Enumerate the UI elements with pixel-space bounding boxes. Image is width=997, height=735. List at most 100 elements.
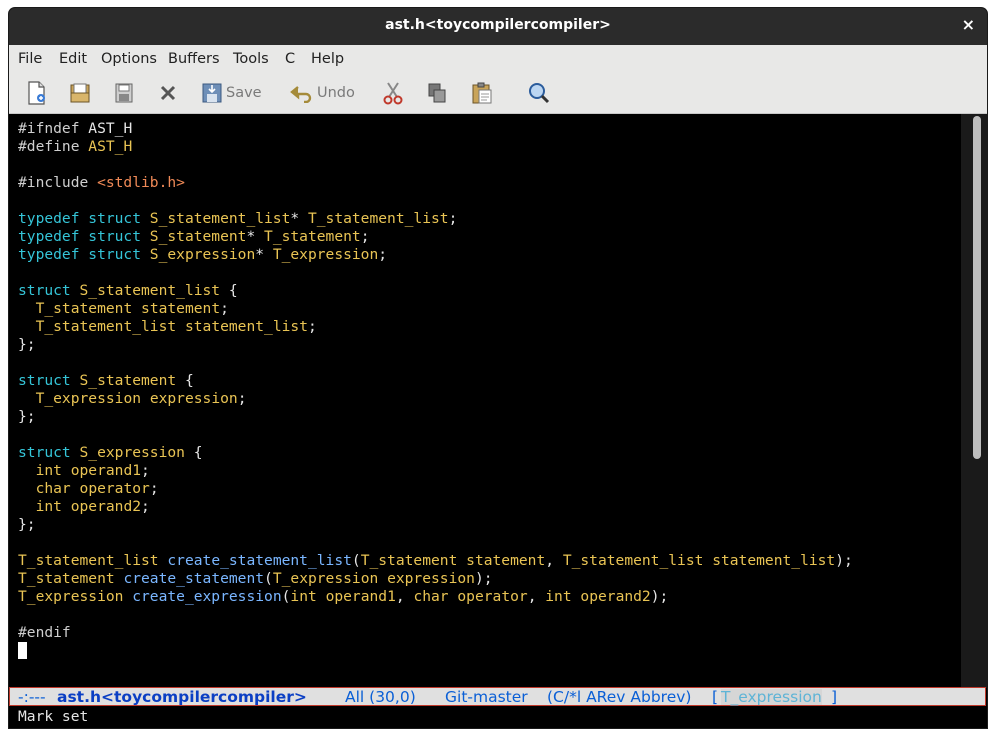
search-icon <box>527 81 551 105</box>
menu-c[interactable]: C <box>285 51 295 67</box>
menu-help[interactable]: Help <box>311 51 344 67</box>
code-line[interactable]: #include <stdlib.h> <box>18 174 853 192</box>
code-token: T_expression <box>272 570 379 587</box>
code-line[interactable]: T_statement create_statement(T_expressio… <box>18 570 853 588</box>
code-line[interactable]: typedef struct S_statement_list* T_state… <box>18 210 853 228</box>
code-token: S_statement <box>149 228 247 245</box>
code-line[interactable]: char operator; <box>18 480 853 498</box>
code-line[interactable] <box>18 264 853 282</box>
editor-buffer[interactable]: #ifndef AST_H #define AST_H #include <stdl… <box>9 114 961 688</box>
code-token: { <box>184 444 203 461</box>
modeline-buffer-name[interactable]: ast.h<toycompilercompiler> <box>57 689 307 705</box>
code-line[interactable]: typedef struct S_expression* T_expressio… <box>18 246 853 264</box>
code-token: { <box>220 282 238 299</box>
new-file-icon <box>26 81 48 105</box>
menu-tools[interactable]: Tools <box>233 51 269 67</box>
undo-button[interactable]: Undo <box>290 80 355 106</box>
code-token: ; <box>141 462 150 479</box>
modeline-modes[interactable]: (C/*l ARev Abbrev) <box>547 689 691 705</box>
code-token: int <box>290 588 317 605</box>
search-button[interactable] <box>527 80 551 106</box>
code-line[interactable]: int operand1; <box>18 462 853 480</box>
code-token: ; <box>378 246 388 263</box>
code-token: #define <box>18 138 89 155</box>
undo-icon <box>290 83 314 103</box>
code-token: T_statement_list <box>35 318 177 335</box>
cut-icon <box>382 81 404 105</box>
code-token: struct <box>18 444 80 461</box>
code-line[interactable] <box>18 534 853 552</box>
paste-button[interactable] <box>470 80 494 106</box>
code-line[interactable]: }; <box>18 516 853 534</box>
code-line[interactable] <box>18 606 853 624</box>
save-disk-button[interactable] <box>112 80 136 106</box>
code-token: ; <box>220 300 229 317</box>
close-window-button[interactable]: × <box>962 15 975 34</box>
code-token: ; <box>237 390 247 407</box>
open-file-button[interactable] <box>68 80 92 106</box>
code-line[interactable]: T_expression expression; <box>18 390 853 408</box>
code-line[interactable]: struct S_expression { <box>18 444 853 462</box>
cut-button[interactable] <box>382 80 404 106</box>
code-token: T_statement_list <box>307 210 449 227</box>
code-line[interactable] <box>18 642 853 660</box>
menu-options[interactable]: Options <box>101 51 157 67</box>
code-token: S_expression <box>149 246 256 263</box>
minibuffer[interactable]: Mark set <box>9 706 987 728</box>
close-buffer-button[interactable] <box>158 80 178 106</box>
code-line[interactable]: #ifndef AST_H <box>18 120 853 138</box>
code-token: #ifndef <box>18 120 89 137</box>
code-token: * <box>290 210 308 227</box>
code-token: expression <box>149 390 238 407</box>
code-line[interactable]: }; <box>18 336 853 354</box>
code-token: ); <box>474 570 493 587</box>
new-file-button[interactable] <box>26 80 48 106</box>
code-token: statement_list <box>712 552 836 569</box>
code-token: expression <box>387 570 475 587</box>
code-token: struct <box>18 372 80 389</box>
vertical-scrollbar[interactable] <box>961 114 987 688</box>
title-bar: ast.h<toycompilercompiler> × <box>9 8 987 45</box>
code-line[interactable]: #define AST_H <box>18 138 853 156</box>
code-token: typedef struct <box>18 246 150 263</box>
code-area[interactable]: #ifndef AST_H #define AST_H #include <stdl… <box>18 120 853 660</box>
code-line[interactable] <box>18 192 853 210</box>
code-token: operand1 <box>70 462 142 479</box>
code-token: typedef struct <box>18 228 150 245</box>
code-token: { <box>176 372 194 389</box>
code-token: }; <box>18 516 36 533</box>
code-token: ( <box>264 570 273 587</box>
code-line[interactable]: }; <box>18 408 853 426</box>
menu-edit[interactable]: Edit <box>59 51 87 67</box>
code-line[interactable] <box>18 426 853 444</box>
copy-button[interactable] <box>426 80 448 106</box>
code-line[interactable]: struct S_statement { <box>18 372 853 390</box>
code-line[interactable]: #endif <box>18 624 853 642</box>
code-token: T_statement <box>360 552 458 569</box>
menu-file[interactable]: File <box>18 51 42 67</box>
code-line[interactable]: T_expression create_expression(int opera… <box>18 588 853 606</box>
code-line[interactable]: T_statement statement; <box>18 300 853 318</box>
code-token: T_expression <box>272 246 379 263</box>
code-line[interactable] <box>18 156 853 174</box>
code-token: ; <box>307 318 317 335</box>
code-token: operand2 <box>580 588 651 605</box>
menu-buffers[interactable]: Buffers <box>168 51 220 67</box>
code-line[interactable]: int operand2; <box>18 498 853 516</box>
code-token: struct <box>18 282 80 299</box>
code-line[interactable] <box>18 354 853 372</box>
code-token: operator <box>457 588 528 605</box>
code-token: statement <box>466 552 546 569</box>
code-token: S_expression <box>79 444 185 461</box>
code-token: typedef struct <box>18 210 150 227</box>
modeline-vc[interactable]: Git-master <box>445 689 528 705</box>
code-line[interactable]: T_statement_list create_statement_list(T… <box>18 552 853 570</box>
code-line[interactable]: struct S_statement_list { <box>18 282 853 300</box>
code-line[interactable]: typedef struct S_statement* T_statement; <box>18 228 853 246</box>
save-button[interactable]: Save <box>201 80 262 106</box>
code-line[interactable]: T_statement_list statement_list; <box>18 318 853 336</box>
scrollbar-thumb[interactable] <box>973 116 981 459</box>
